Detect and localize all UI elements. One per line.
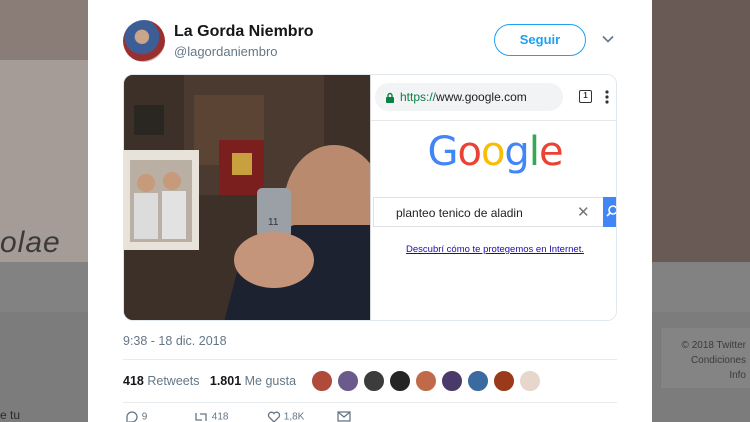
- background-footer: © 2018 Twitter Condiciones Info: [660, 328, 750, 388]
- reply-icon: [126, 411, 138, 422]
- avatar[interactable]: [123, 20, 165, 62]
- liker-avatar[interactable]: [389, 370, 411, 392]
- retweet-button[interactable]: 418: [193, 411, 228, 422]
- photo-illustration: 11: [124, 75, 384, 320]
- url-host: www.google.com: [436, 90, 527, 104]
- footer-terms-link[interactable]: Condiciones: [661, 353, 750, 368]
- liker-avatar[interactable]: [467, 370, 489, 392]
- liker-avatar[interactable]: [519, 370, 541, 392]
- logo-letter: G: [427, 129, 458, 175]
- chevron-down-icon[interactable]: [602, 33, 614, 45]
- tweet-stats: 418 Retweets 1.801 Me gusta: [123, 374, 296, 388]
- likes-label[interactable]: Me gusta: [245, 374, 296, 388]
- browser-url-bar: https://www.google.com 1: [371, 75, 616, 119]
- tweet-photo[interactable]: 11: [124, 75, 384, 320]
- privacy-link: Descubrí cómo te protegemos en Internet.: [406, 244, 584, 255]
- footer-copyright: © 2018 Twitter: [681, 340, 746, 351]
- likes-count[interactable]: 1.801: [210, 374, 241, 388]
- tweet-actions: 9 418 1,8K: [123, 411, 617, 422]
- divider: [123, 359, 617, 360]
- divider: [123, 402, 617, 403]
- liker-avatar[interactable]: [363, 370, 385, 392]
- url-bar-divider: [371, 120, 616, 121]
- liker-avatar[interactable]: [337, 370, 359, 392]
- google-screenshot: https://www.google.com 1 Google planteo …: [370, 75, 616, 320]
- google-logo: Google: [371, 129, 616, 175]
- background-banner-text: olae: [0, 226, 61, 259]
- liker-avatar[interactable]: [311, 370, 333, 392]
- lock-icon: [386, 92, 394, 103]
- logo-letter: l: [528, 129, 540, 175]
- reply-count: 9: [141, 411, 148, 422]
- url-text: https://www.google.com: [400, 90, 527, 104]
- tab-count-icon: 1: [579, 90, 592, 103]
- display-name[interactable]: La Gorda Niembro: [174, 23, 314, 41]
- background-bio-text: e tu: [0, 408, 21, 422]
- tweet-media[interactable]: 11 https://www.google.com 1 Google plant…: [123, 74, 617, 321]
- footer-info-link[interactable]: Info: [661, 368, 750, 383]
- like-button[interactable]: 1,8K: [267, 411, 304, 422]
- logo-letter: o: [480, 129, 506, 175]
- logo-letter: e: [538, 129, 564, 175]
- logo-letter: o: [457, 129, 482, 175]
- direct-message-button[interactable]: [337, 411, 351, 422]
- follow-button[interactable]: Seguir: [494, 24, 586, 56]
- like-count: 1,8K: [283, 411, 305, 422]
- envelope-icon: [337, 411, 351, 422]
- reply-button[interactable]: 9: [125, 411, 147, 422]
- retweets-label[interactable]: Retweets: [147, 374, 199, 388]
- url-protocol: https://: [400, 90, 437, 104]
- search-query: planteo tenico de aladin: [396, 206, 523, 220]
- search-button: [603, 197, 616, 227]
- background-banner-right: [650, 0, 750, 262]
- clear-icon: ✕: [577, 204, 590, 221]
- google-search-box: planteo tenico de aladin ✕: [373, 197, 616, 227]
- more-vertical-icon: [605, 90, 609, 104]
- liker-avatar[interactable]: [415, 370, 437, 392]
- retweet-count: 418: [211, 411, 229, 422]
- address-field: https://www.google.com: [375, 83, 563, 111]
- liker-avatar[interactable]: [441, 370, 463, 392]
- svg-text:11: 11: [268, 217, 279, 228]
- retweet-icon: [195, 413, 207, 421]
- logo-letter: g: [504, 129, 529, 175]
- retweets-count[interactable]: 418: [123, 374, 144, 388]
- tweet-timestamp[interactable]: 9:38 - 18 dic. 2018: [123, 334, 227, 348]
- tweet-modal: La Gorda Niembro @lagordaniembro Seguir: [88, 0, 652, 422]
- liker-avatar[interactable]: [493, 370, 515, 392]
- search-icon: [606, 205, 616, 217]
- heart-icon: [267, 411, 281, 422]
- user-handle[interactable]: @lagordaniembro: [174, 44, 278, 59]
